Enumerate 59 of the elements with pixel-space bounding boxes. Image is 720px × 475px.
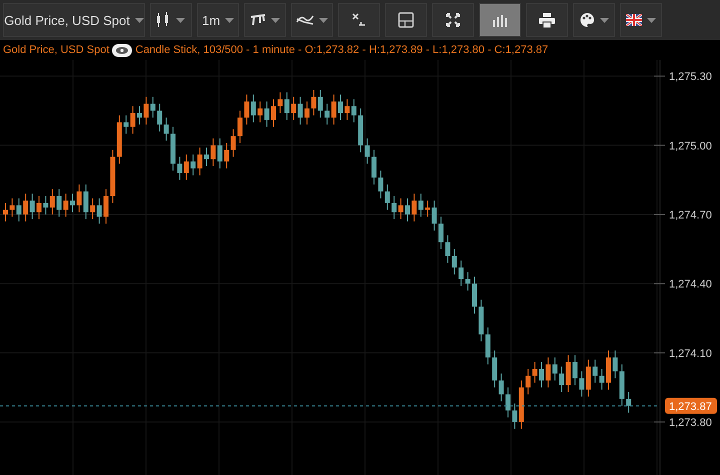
volume-button[interactable] [479,3,521,37]
layout-icon [398,12,414,28]
candlestick [626,392,632,414]
candles-button[interactable] [150,3,192,37]
ref-line-label: 1,273.87 [669,400,712,413]
price-axis-label: 1,275.00 [669,140,712,152]
candlestick [405,198,410,222]
candlestick [539,362,544,388]
draw-tool-icon [250,13,266,27]
eye-icon[interactable] [112,44,132,56]
candlestick [3,202,8,222]
candlestick [238,110,242,144]
candlestick [472,276,477,314]
candlestick [104,188,108,224]
candlestick [36,196,42,220]
axis-tick [654,214,666,215]
candlestick-icon [157,12,171,28]
symbol-button[interactable]: Gold Price, USD Spot [3,3,145,37]
palette-icon [579,12,595,28]
draw-button[interactable] [244,3,286,37]
interval-button[interactable]: 1m [197,3,239,37]
current-price-badge: 1,273.87 [665,398,717,414]
axis-tick [654,283,666,284]
fullscreen-icon [446,13,460,27]
axis-tick [654,352,666,354]
print-icon [539,12,555,28]
axis-tick [654,421,666,422]
price-axis-label: 1,274.10 [669,348,712,360]
candlestick [606,350,611,390]
candlestick [572,354,578,386]
bar-chart-icon [492,13,508,27]
price-axis-label: 1,275.30 [669,71,712,84]
language-button[interactable] [620,3,662,37]
price-axis-label: 1,274.70 [669,209,712,222]
axis-tick [654,144,666,146]
print-button[interactable] [526,3,568,37]
price-axis-label: 1,273.80 [669,416,712,429]
candlestick [137,106,142,126]
candlestick [438,216,444,250]
candlestick [271,98,276,128]
layout-button[interactable] [385,3,427,37]
axis-tick [654,76,666,77]
ohlc-details: Candle Stick, 103/500 - 1 minute - O:1,273.82 - H:1,273.89 - L:1,273.80 - C:1,273.87 [135,44,548,56]
indicator-icon [296,13,314,27]
uk-flag-icon [626,14,642,26]
candlestick [204,147,209,167]
symbol-name: Gold Price, USD Spot [3,44,110,56]
indicators-button[interactable] [291,3,333,37]
clear-button[interactable] [338,3,380,37]
candlestick [372,149,376,185]
clear-icon [352,13,366,27]
candlestick [70,193,75,213]
fullscreen-button[interactable] [432,3,474,37]
candlestick [170,126,176,172]
palette-button[interactable] [573,3,615,37]
candlestick [506,386,510,418]
candlestick [304,101,310,126]
price-axis-label: 1,274.40 [669,278,712,291]
candlestick [338,94,343,120]
